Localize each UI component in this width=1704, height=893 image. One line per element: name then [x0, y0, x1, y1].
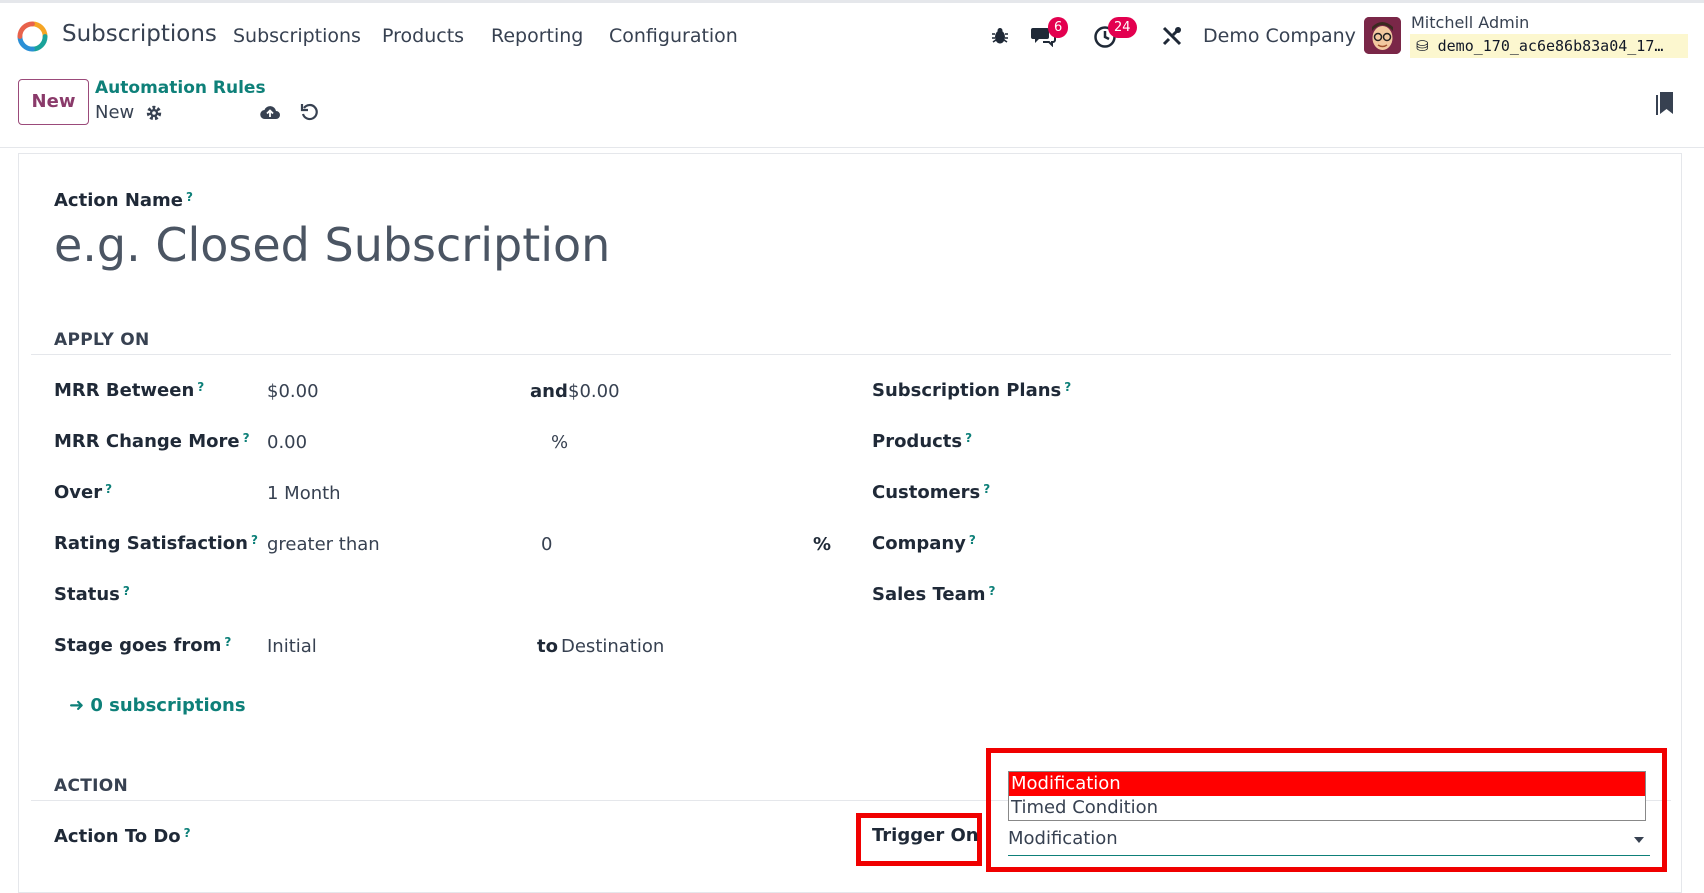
subscription-plans-label: Subscription Plans?	[872, 380, 1072, 401]
trigger-on-label: Trigger On	[872, 825, 979, 846]
mrr-change-unit: %	[551, 432, 569, 453]
database-badge: ⛁ demo_170_ac6e86b83a04_17…	[1410, 34, 1688, 58]
tools-icon[interactable]	[1161, 25, 1183, 47]
rating-percent-unit: %	[813, 534, 832, 555]
menu-products[interactable]: Products	[382, 25, 464, 47]
database-icon: ⛁	[1416, 37, 1429, 55]
products-label: Products?	[872, 431, 973, 452]
action-name-input[interactable]: e.g. Closed Subscription	[54, 218, 610, 272]
trigger-dropdown-list: Modification Timed Condition	[1008, 771, 1646, 821]
gear-icon[interactable]	[145, 104, 163, 122]
mrr-between-label: MRR Between?	[54, 380, 205, 401]
new-button[interactable]: New	[18, 79, 89, 125]
mrr-min-input[interactable]: $0.00	[267, 381, 319, 402]
menu-configuration[interactable]: Configuration	[609, 25, 738, 47]
app-name[interactable]: Subscriptions	[62, 21, 217, 47]
mrr-change-input[interactable]: 0.00	[267, 432, 307, 453]
stage-to-label: to	[537, 636, 558, 657]
customers-label: Customers?	[872, 482, 991, 503]
breadcrumb-automation-rules[interactable]: Automation Rules	[95, 78, 266, 98]
top-navbar: Subscriptions Subscriptions Products Rep…	[0, 3, 1704, 66]
option-modification[interactable]: Modification	[1009, 772, 1645, 796]
sales-team-label: Sales Team?	[872, 584, 996, 605]
rating-value-input[interactable]: 0	[541, 534, 552, 555]
company-switcher[interactable]: Demo Company	[1203, 25, 1356, 47]
over-label: Over?	[54, 482, 113, 503]
avatar-face-icon	[1364, 17, 1401, 54]
subscriptions-logo-icon[interactable]	[17, 21, 48, 52]
apply-on-separator	[31, 354, 1671, 355]
messages-badge: 6	[1048, 17, 1069, 38]
chevron-down-icon	[1634, 837, 1644, 843]
menu-reporting[interactable]: Reporting	[491, 25, 583, 47]
stage-from-input[interactable]: Initial	[267, 636, 317, 657]
activities-badge: 24	[1108, 17, 1137, 38]
mrr-max-input[interactable]: $0.00	[568, 381, 620, 402]
mrr-and-label: and	[530, 381, 568, 402]
company-label: Company?	[872, 533, 976, 554]
trigger-on-select[interactable]: Modification	[1008, 826, 1650, 856]
arrow-right-icon: ➜	[69, 695, 91, 716]
status-label: Status?	[54, 584, 130, 605]
option-timed-condition[interactable]: Timed Condition	[1009, 796, 1645, 820]
action-section-title: ACTION	[54, 776, 129, 796]
user-name[interactable]: Mitchell Admin	[1411, 13, 1529, 32]
rating-operator-select[interactable]: greater than	[267, 534, 380, 555]
user-avatar[interactable]	[1364, 17, 1401, 54]
trigger-on-value: Modification	[1008, 828, 1118, 849]
bug-icon[interactable]	[990, 26, 1010, 46]
breadcrumb-current: New	[95, 102, 135, 123]
bookmark-icon[interactable]	[1655, 90, 1677, 116]
stage-to-input[interactable]: Destination	[561, 636, 664, 657]
mrr-change-label: MRR Change More?	[54, 431, 250, 452]
rating-satisfaction-label: Rating Satisfaction?	[54, 533, 258, 554]
menu-subscriptions[interactable]: Subscriptions	[233, 25, 361, 47]
discard-icon[interactable]	[300, 103, 318, 121]
control-panel: New Automation Rules New	[0, 66, 1704, 148]
database-name: demo_170_ac6e86b83a04_17…	[1437, 37, 1664, 55]
over-input[interactable]: 1 Month	[267, 483, 341, 504]
apply-on-section-title: APPLY ON	[54, 330, 150, 350]
stage-from-label: Stage goes from?	[54, 635, 232, 656]
action-to-do-label: Action To Do?	[54, 826, 191, 847]
save-cloud-icon[interactable]	[259, 103, 281, 121]
action-name-label: Action Name?	[54, 190, 193, 211]
subscriptions-count-link[interactable]: ➜ 0 subscriptions	[69, 695, 246, 716]
